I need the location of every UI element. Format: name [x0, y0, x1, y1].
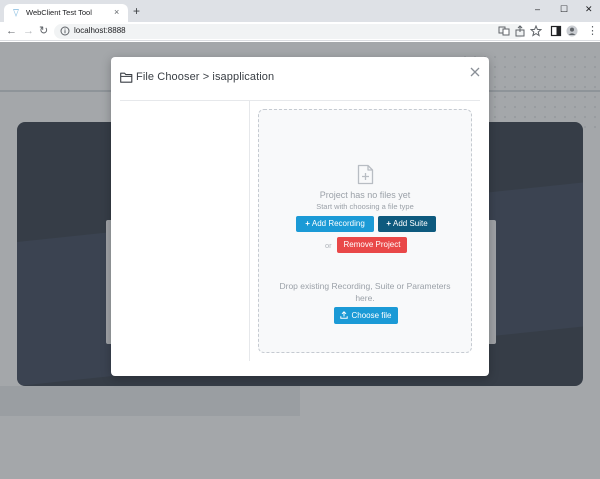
choose-file-button[interactable]: Choose file — [334, 307, 398, 324]
forward-button[interactable]: → — [23, 24, 34, 38]
profile-avatar-icon[interactable] — [566, 25, 578, 37]
file-chooser-modal: File Chooser > isapplication Project has… — [111, 57, 489, 376]
add-recording-button[interactable]: + Add Recording — [296, 216, 374, 232]
address-bar[interactable]: localhost:8888 — [54, 24, 524, 39]
add-recording-label: Add Recording — [311, 219, 365, 228]
add-suite-button[interactable]: + Add Suite — [378, 216, 436, 232]
add-suite-label: Add Suite — [392, 219, 428, 228]
modal-header: File Chooser > isapplication — [111, 57, 489, 101]
maximize-button[interactable]: ☐ — [560, 3, 568, 15]
side-panel-icon[interactable] — [550, 25, 562, 37]
tab-close-icon[interactable]: × — [114, 7, 119, 17]
remove-project-button[interactable]: Remove Project — [337, 237, 407, 253]
browser-tab[interactable]: WebClient Test Tool × — [4, 4, 128, 22]
empty-state-subtitle: Start with choosing a file type — [316, 202, 414, 211]
reload-button[interactable]: ↻ — [39, 24, 48, 38]
folder-icon — [120, 72, 133, 83]
bookmark-star-icon[interactable] — [530, 25, 542, 37]
plus-icon: + — [305, 219, 310, 228]
modal-title: File Chooser > isapplication — [136, 71, 275, 83]
drop-instructions: Drop existing Recording, Suite or Parame… — [279, 281, 451, 303]
translate-icon[interactable] — [498, 25, 510, 37]
pane-divider — [249, 101, 250, 361]
choose-file-label: Choose file — [351, 311, 392, 320]
share-icon[interactable] — [514, 25, 526, 37]
remove-project-label: Remove Project — [343, 240, 401, 249]
file-dropzone[interactable]: Project has no files yet Start with choo… — [258, 109, 472, 353]
close-icon[interactable] — [469, 66, 481, 78]
app-logo-icon — [13, 9, 19, 17]
empty-state-title: Project has no files yet — [319, 190, 411, 200]
new-tab-button[interactable]: + — [133, 5, 140, 17]
url-text: localhost:8888 — [74, 26, 126, 35]
browser-tabstrip: WebClient Test Tool × + – ☐ ✕ — [0, 0, 600, 22]
back-button[interactable]: ← — [6, 24, 17, 38]
upload-icon — [340, 311, 349, 319]
minimize-button[interactable]: – — [535, 3, 540, 15]
plus-icon: + — [386, 219, 391, 228]
browser-menu-icon[interactable]: ⋮ — [587, 24, 598, 38]
file-plus-icon — [357, 164, 374, 185]
window-close-button[interactable]: ✕ — [585, 3, 593, 15]
site-info-icon[interactable] — [60, 26, 70, 36]
tab-title: WebClient Test Tool — [26, 8, 92, 17]
browser-toolbar: ← → ↻ localhost:8888 ⋮ — [0, 22, 600, 41]
file-tree-pane — [120, 101, 249, 361]
or-separator: or — [325, 241, 332, 250]
